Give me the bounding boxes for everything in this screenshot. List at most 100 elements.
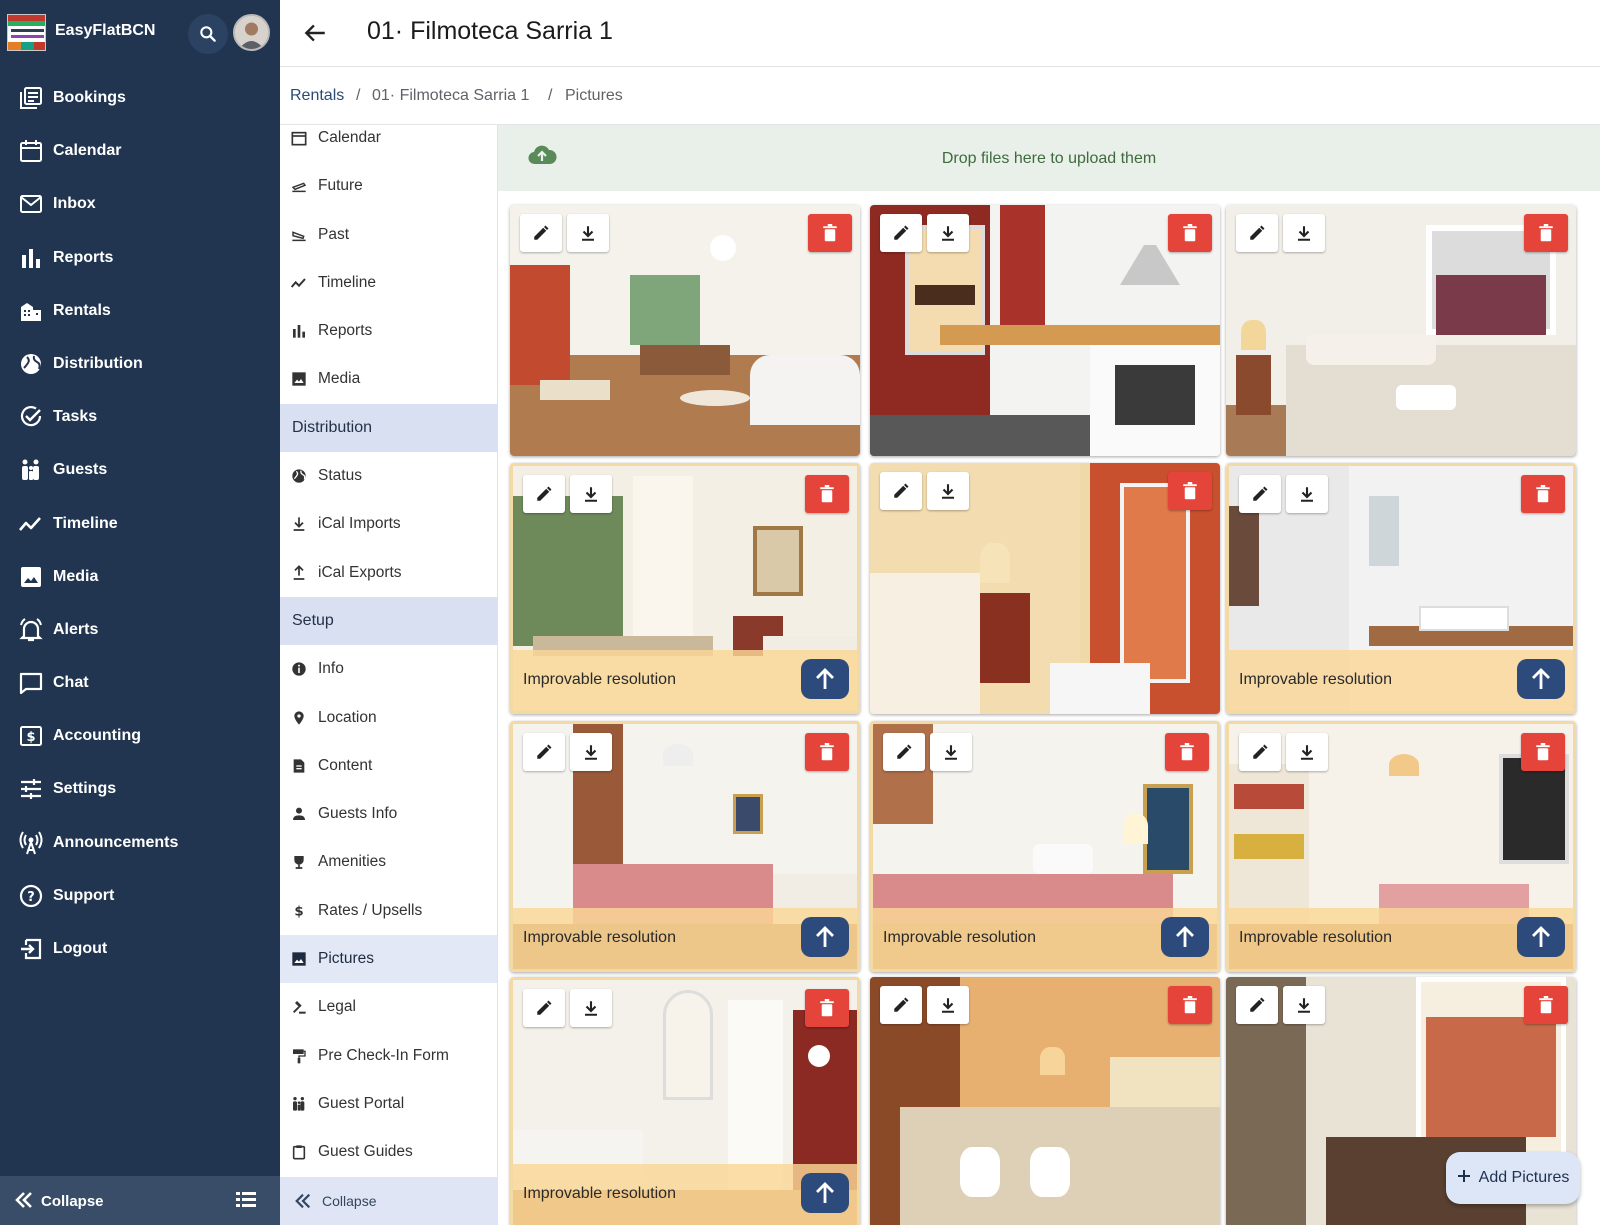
nav-settings[interactable]: Settings xyxy=(0,762,280,815)
nav-tasks[interactable]: Tasks xyxy=(0,390,280,443)
replace-picture-button[interactable] xyxy=(1517,917,1565,957)
picture-card[interactable]: Improvable resolution xyxy=(1226,721,1576,972)
replace-picture-button[interactable] xyxy=(1161,917,1209,957)
subnav-info[interactable]: Info xyxy=(280,645,497,693)
breadcrumb-rentals[interactable]: Rentals xyxy=(290,87,344,105)
subnav-guest-guides[interactable]: Guest Guides xyxy=(280,1128,497,1176)
nav-logout[interactable]: Logout xyxy=(0,922,280,975)
delete-picture-button[interactable] xyxy=(1524,986,1568,1024)
download-picture-button[interactable] xyxy=(570,989,612,1027)
edit-picture-button[interactable] xyxy=(1236,214,1278,252)
picture-card[interactable]: Improvable resolution xyxy=(1226,463,1576,714)
search-icon[interactable] xyxy=(188,14,228,54)
sidebar-collapse-button[interactable]: Collapse xyxy=(0,1176,280,1225)
subnav-ical-exports[interactable]: iCal Exports xyxy=(280,549,497,597)
nav-support[interactable]: ? Support xyxy=(0,869,280,922)
download-picture-button[interactable] xyxy=(567,214,609,252)
edit-picture-button[interactable] xyxy=(1236,986,1278,1024)
delete-picture-button[interactable] xyxy=(1168,214,1212,252)
subnav-future[interactable]: Future xyxy=(280,162,497,210)
nav-alerts[interactable]: Alerts xyxy=(0,603,280,656)
picture-card[interactable] xyxy=(510,205,860,456)
picture-card[interactable] xyxy=(870,205,1220,456)
delete-picture-button[interactable] xyxy=(1524,214,1568,252)
subnav-ical-imports[interactable]: iCal Imports xyxy=(280,500,497,548)
download-picture-button[interactable] xyxy=(927,472,969,510)
delete-picture-button[interactable] xyxy=(805,475,849,513)
subnav-calendar[interactable]: Calendar xyxy=(280,114,497,162)
subnav-rates-upsells[interactable]: $ Rates / Upsells xyxy=(280,887,497,935)
subnav-location[interactable]: Location xyxy=(280,694,497,742)
picture-card[interactable] xyxy=(870,463,1220,714)
subnav-media[interactable]: Media xyxy=(280,355,497,403)
subnav-status[interactable]: Status xyxy=(280,452,497,500)
delete-picture-button[interactable] xyxy=(805,989,849,1027)
edit-picture-button[interactable] xyxy=(520,214,562,252)
download-picture-button[interactable] xyxy=(930,733,972,771)
edit-picture-button[interactable] xyxy=(523,989,565,1027)
add-pictures-button[interactable]: Add Pictures xyxy=(1446,1152,1580,1204)
nav-distribution[interactable]: Distribution xyxy=(0,337,280,390)
download-picture-button[interactable] xyxy=(927,986,969,1024)
picture-card[interactable]: Improvable resolution xyxy=(510,721,860,972)
list-view-icon[interactable] xyxy=(236,1191,256,1214)
nav-media[interactable]: Media xyxy=(0,550,280,603)
delete-picture-button[interactable] xyxy=(1168,472,1212,510)
breadcrumb-rental[interactable]: 01· Filmoteca Sarria 1 xyxy=(372,87,529,105)
replace-picture-button[interactable] xyxy=(801,659,849,699)
nav-timeline[interactable]: Timeline xyxy=(0,497,280,550)
edit-picture-button[interactable] xyxy=(880,214,922,252)
replace-picture-button[interactable] xyxy=(801,1173,849,1213)
download-picture-button[interactable] xyxy=(1283,986,1325,1024)
delete-picture-button[interactable] xyxy=(1165,733,1209,771)
subnav-amenities[interactable]: Amenities xyxy=(280,838,497,886)
nav-inbox[interactable]: Inbox xyxy=(0,177,280,230)
subnav-pre-check-in-form[interactable]: Pre Check-In Form xyxy=(280,1032,497,1080)
upload-dropzone[interactable]: Drop files here to upload them xyxy=(498,125,1600,191)
nav-accounting[interactable]: $ Accounting xyxy=(0,709,280,762)
picture-card[interactable]: Improvable resolution xyxy=(510,463,860,714)
download-picture-button[interactable] xyxy=(1286,733,1328,771)
nav-calendar[interactable]: Calendar xyxy=(0,124,280,177)
edit-picture-button[interactable] xyxy=(523,733,565,771)
picture-card[interactable]: Improvable resolution xyxy=(510,977,860,1225)
replace-picture-button[interactable] xyxy=(1517,659,1565,699)
edit-picture-button[interactable] xyxy=(880,986,922,1024)
edit-picture-button[interactable] xyxy=(1239,475,1281,513)
subnav-pictures[interactable]: Pictures xyxy=(280,935,497,984)
brand-logo[interactable] xyxy=(7,14,46,51)
edit-picture-button[interactable] xyxy=(883,733,925,771)
subnav-collapse-button[interactable]: Collapse xyxy=(280,1177,498,1225)
subnav-guests-info[interactable]: Guests Info xyxy=(280,790,497,838)
subnav-guest-portal[interactable]: Guest Portal xyxy=(280,1080,497,1128)
download-picture-button[interactable] xyxy=(570,475,612,513)
delete-picture-button[interactable] xyxy=(1168,986,1212,1024)
delete-picture-button[interactable] xyxy=(808,214,852,252)
nav-rentals[interactable]: Rentals xyxy=(0,284,280,337)
picture-card[interactable] xyxy=(1226,205,1576,456)
edit-picture-button[interactable] xyxy=(1239,733,1281,771)
subnav-reports[interactable]: Reports xyxy=(280,307,497,355)
nav-announcements[interactable]: Announcements xyxy=(0,816,280,869)
picture-card[interactable] xyxy=(870,977,1220,1225)
download-picture-button[interactable] xyxy=(570,733,612,771)
nav-guests[interactable]: Guests xyxy=(0,443,280,496)
nav-chat[interactable]: Chat xyxy=(0,656,280,709)
back-arrow-icon[interactable] xyxy=(300,18,330,48)
download-picture-button[interactable] xyxy=(1283,214,1325,252)
user-avatar[interactable] xyxy=(233,14,270,51)
download-picture-button[interactable] xyxy=(927,214,969,252)
subnav-timeline[interactable]: Timeline xyxy=(280,259,497,307)
delete-picture-button[interactable] xyxy=(1521,475,1565,513)
edit-picture-button[interactable] xyxy=(880,472,922,510)
nav-bookings[interactable]: Bookings xyxy=(0,71,280,124)
picture-card[interactable]: Improvable resolution xyxy=(870,721,1220,972)
subnav-legal[interactable]: Legal xyxy=(280,983,497,1031)
edit-picture-button[interactable] xyxy=(523,475,565,513)
subnav-past[interactable]: Past xyxy=(280,211,497,259)
nav-reports[interactable]: Reports xyxy=(0,231,280,284)
delete-picture-button[interactable] xyxy=(1521,733,1565,771)
delete-picture-button[interactable] xyxy=(805,733,849,771)
replace-picture-button[interactable] xyxy=(801,917,849,957)
subnav-content[interactable]: Content xyxy=(280,742,497,790)
